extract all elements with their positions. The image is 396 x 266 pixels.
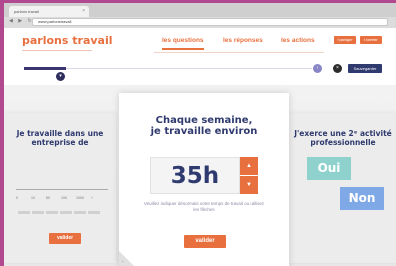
question-title: Chaque semaine, je travaille environ [119, 115, 289, 137]
scale-tick: 50 [46, 196, 50, 200]
scale-tick: 1000 [76, 196, 84, 200]
close-icon[interactable]: × [82, 6, 85, 17]
progress-fill [24, 67, 66, 70]
scale-tick: 100 [61, 196, 67, 200]
validate-button[interactable]: valider [184, 235, 226, 248]
tab-title: parlons travail [14, 9, 39, 14]
progress-bar: ▾ › × Sauvegarder [4, 63, 396, 85]
scale-option[interactable] [32, 211, 44, 214]
question-carousel: Je travaille dans une entreprise de 0 10 5… [4, 85, 396, 266]
site-logo[interactable]: parlons travail [22, 34, 113, 47]
next-arrow-icon[interactable]: › [313, 64, 322, 73]
close-icon[interactable]: × [333, 64, 342, 73]
question-card-hours: Chaque semaine, je travaille environ 35h… [119, 93, 289, 266]
question-title: Je travaille dans une entreprise de [16, 129, 104, 147]
no-button[interactable]: Non [340, 187, 384, 210]
scale-tick: 10 [31, 196, 35, 200]
chevron-down-icon[interactable]: ▼ [240, 176, 258, 194]
address-bar[interactable]: www.parlonstravail [32, 18, 388, 26]
navigation-icons[interactable]: ◀ ▶ ↻ [9, 18, 34, 24]
chevron-up-icon[interactable]: ▲ [240, 157, 258, 175]
scale-option[interactable] [88, 211, 100, 214]
browser-chrome: parlons travail × ◀ ▶ ↻ www.parlonstrava… [4, 3, 396, 28]
hint-text: Veuillez indiquer désormais votre temps … [143, 201, 265, 212]
scale-tick: + [91, 196, 94, 200]
hours-value: 35h [170, 163, 220, 189]
scale-option[interactable] [74, 211, 86, 214]
question-card-company-size[interactable]: Je travaille dans une entreprise de 0 10 5… [4, 113, 116, 263]
nav-actions[interactable]: les actions [281, 37, 315, 44]
question-title-line: je travaille environ [150, 126, 258, 137]
yes-button[interactable]: Oui [307, 157, 351, 180]
scale-option[interactable] [60, 211, 72, 214]
logo-underline [22, 50, 92, 51]
nav-questions[interactable]: les questions [162, 37, 204, 50]
question-title: J'exerce une 2ᵉ activité professionnelle [294, 129, 392, 147]
hours-input[interactable]: 35h [150, 157, 240, 194]
scale-options[interactable] [18, 201, 102, 219]
nav-divider [154, 52, 324, 53]
tab-strip: parlons travail × [4, 3, 396, 17]
scale-option[interactable] [46, 211, 58, 214]
twitter-share-button[interactable]: t tweeter [360, 36, 382, 44]
scale-option[interactable] [18, 211, 30, 214]
back-arrow-icon[interactable]: ‹ [122, 259, 124, 265]
scale-ticks: 0 10 50 100 1000 + [16, 196, 108, 200]
scale-tick: 0 [16, 196, 18, 200]
browser-window: parlons travail × ◀ ▶ ↻ www.parlonstrava… [4, 3, 396, 266]
browser-tab[interactable]: parlons travail × [9, 6, 89, 17]
validate-button[interactable]: valider [49, 233, 81, 244]
question-card-second-activity[interactable]: J'exerce une 2ᵉ activité professionnelle… [287, 113, 396, 263]
progress-handle-icon[interactable]: ▾ [56, 72, 65, 81]
nav-reponses[interactable]: les réponses [223, 37, 263, 44]
scale-line [16, 189, 108, 190]
question-title-line: Chaque semaine, [155, 115, 253, 126]
facebook-share-button[interactable]: f partager [334, 36, 356, 44]
progress-track [24, 68, 312, 69]
save-button[interactable]: Sauvegarder [348, 64, 382, 73]
site-header: parlons travail les questions les répons… [4, 28, 396, 68]
